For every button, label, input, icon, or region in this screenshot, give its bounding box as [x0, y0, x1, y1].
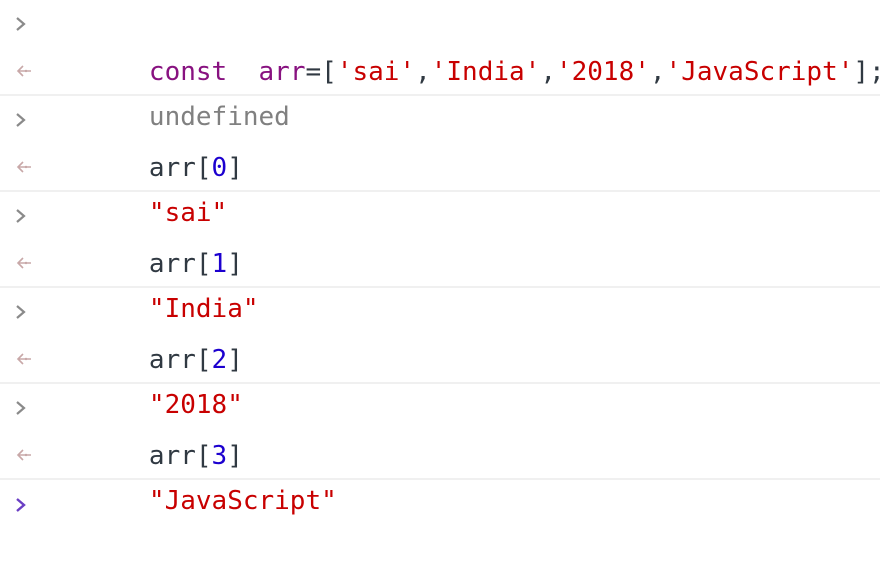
console-input-line[interactable]: arr[0]	[0, 96, 880, 183]
console-input-line[interactable]: arr[3]	[0, 384, 880, 471]
chevron-right-icon	[14, 0, 34, 48]
console-entry: arr[0] "sai"	[0, 96, 880, 228]
return-arrow-icon	[14, 336, 34, 382]
return-arrow-icon	[14, 240, 34, 286]
console-prompt-input[interactable]	[0, 480, 880, 530]
return-arrow-icon	[14, 144, 34, 190]
console-entry: arr[1] "India"	[0, 192, 880, 324]
console-output-line: "2018"	[0, 336, 880, 420]
chevron-right-icon	[14, 192, 34, 240]
return-arrow-icon	[14, 48, 34, 94]
console-entry: arr[3] "JavaScript"	[0, 384, 880, 516]
console-output-line: "sai"	[0, 144, 880, 228]
console-output-line: undefined	[0, 48, 880, 132]
chevron-right-icon	[14, 384, 34, 432]
chevron-right-icon	[14, 96, 34, 144]
console-output-line: "JavaScript"	[0, 432, 880, 516]
chevron-right-icon	[14, 288, 34, 336]
console-input-line[interactable]: const arr=['sai','India','2018','JavaScr…	[0, 0, 880, 87]
return-arrow-icon	[14, 432, 34, 478]
console-input-line[interactable]: arr[2]	[0, 288, 880, 375]
console-output-line: "India"	[0, 240, 880, 324]
console-entry: const arr=['sai','India','2018','JavaScr…	[0, 0, 880, 132]
devtools-console: const arr=['sai','India','2018','JavaScr…	[0, 0, 880, 537]
console-input-line[interactable]: arr[1]	[0, 192, 880, 279]
chevron-right-icon	[14, 480, 34, 530]
console-entry: arr[2] "2018"	[0, 288, 880, 420]
